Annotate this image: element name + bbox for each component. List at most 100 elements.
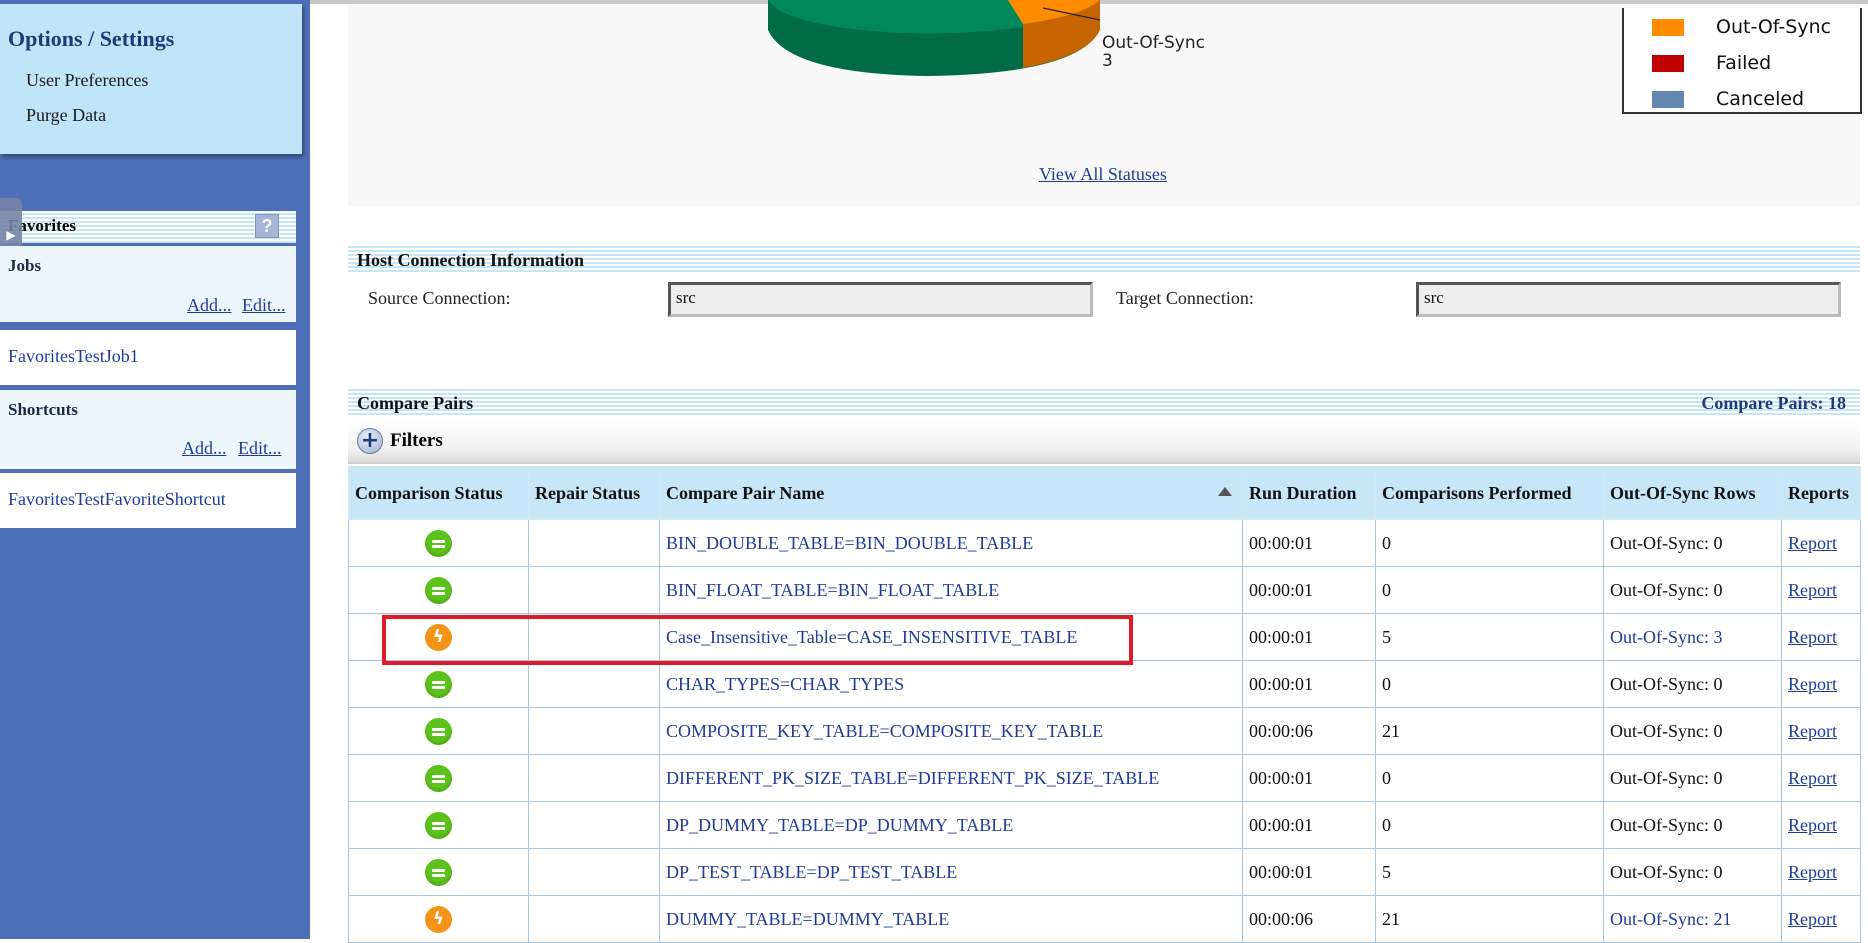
run-duration-cell: 00:00:01	[1242, 801, 1376, 849]
jobs-panel: Jobs Add... Edit...	[0, 246, 296, 322]
compare-pair-name-link[interactable]: BIN_DOUBLE_TABLE=BIN_DOUBLE_TABLE	[659, 519, 1243, 567]
out-of-sync-rows-cell: Out-Of-Sync: 0	[1603, 566, 1782, 614]
report-link[interactable]: Report	[1781, 566, 1861, 614]
report-link[interactable]: Report	[1781, 801, 1861, 849]
compare-pairs-count: Compare Pairs: 18	[1701, 393, 1846, 413]
help-icon[interactable]: ?	[255, 214, 279, 238]
out-of-sync-rows-cell: Out-Of-Sync: 0	[1603, 707, 1782, 755]
view-all-statuses-link[interactable]: View All Statuses	[1039, 164, 1167, 185]
jobs-edit-link[interactable]: Edit...	[242, 295, 286, 316]
report-link[interactable]: Report	[1781, 895, 1861, 943]
report-link[interactable]: Report	[1781, 754, 1861, 802]
comparison-status-cell	[348, 660, 529, 708]
shortcuts-edit-link[interactable]: Edit...	[238, 438, 282, 459]
target-connection-label: Target Connection:	[1116, 288, 1254, 308]
favorite-job-link[interactable]: FavoritesTestJob1	[8, 346, 139, 367]
target-connection-field[interactable]: src	[1416, 282, 1841, 317]
status-pie-chart	[768, 0, 1101, 76]
comparisons-performed-cell: 0	[1375, 754, 1604, 802]
user-preferences-link[interactable]: User Preferences	[26, 70, 148, 91]
comparison-status-cell: ϟ	[348, 895, 529, 943]
compare-pair-name-link[interactable]: DUMMY_TABLE=DUMMY_TABLE	[659, 895, 1243, 943]
repair-status-cell	[528, 660, 660, 708]
shortcuts-panel: Shortcuts Add... Edit...	[0, 390, 296, 469]
sidebar: Options / Settings User Preferences Purg…	[0, 0, 310, 939]
pie-slice-value: 3	[1102, 51, 1113, 71]
legend-swatch	[1652, 55, 1684, 72]
out-of-sync-rows-cell[interactable]: Out-Of-Sync: 3	[1603, 613, 1782, 661]
report-link[interactable]: Report	[1781, 613, 1861, 661]
report-link[interactable]: Report	[1781, 707, 1861, 755]
favorite-shortcut-item: FavoritesTestFavoriteShortcut	[0, 473, 296, 528]
compare-pair-name-link[interactable]: COMPOSITE_KEY_TABLE=COMPOSITE_KEY_TABLE	[659, 707, 1243, 755]
col-comparisons-performed[interactable]: Comparisons Performed	[1375, 466, 1604, 520]
comparisons-performed-cell: 0	[1375, 660, 1604, 708]
compare-pair-name-link[interactable]: CHAR_TYPES=CHAR_TYPES	[659, 660, 1243, 708]
comparison-status-cell	[348, 848, 529, 896]
compare-pairs-header: Compare Pairs Compare Pairs: 18	[348, 387, 1860, 417]
compare-pair-name-link[interactable]: DIFFERENT_PK_SIZE_TABLE=DIFFERENT_PK_SIZ…	[659, 754, 1243, 802]
comparisons-performed-cell: 5	[1375, 848, 1604, 896]
col-comparison-status[interactable]: Comparison Status	[348, 466, 529, 520]
run-duration-cell: 00:00:01	[1242, 519, 1376, 567]
comparisons-performed-cell: 0	[1375, 566, 1604, 614]
comparison-status-cell	[348, 754, 529, 802]
run-duration-cell: 00:00:06	[1242, 707, 1376, 755]
out-of-sync-rows-cell: Out-Of-Sync: 0	[1603, 801, 1782, 849]
out-of-sync-status-icon: ϟ	[425, 905, 452, 933]
col-compare-pair-name[interactable]: Compare Pair Name	[659, 466, 1243, 520]
table-header-row: Comparison Status Repair Status Compare …	[348, 466, 1861, 520]
comparison-status-cell	[348, 707, 529, 755]
compare-pair-name-link[interactable]: BIN_FLOAT_TABLE=BIN_FLOAT_TABLE	[659, 566, 1243, 614]
highlight-box	[382, 615, 1133, 665]
legend-label: Failed	[1716, 52, 1772, 74]
table-row: DP_DUMMY_TABLE=DP_DUMMY_TABLE 00:00:01 0 Ou…	[348, 801, 1861, 849]
host-connection-header: Host Connection Information	[348, 244, 1860, 274]
col-reports[interactable]: Reports	[1781, 466, 1861, 520]
repair-status-cell	[528, 754, 660, 802]
report-link[interactable]: Report	[1781, 519, 1861, 567]
in-sync-status-icon	[425, 670, 452, 698]
repair-status-cell	[528, 566, 660, 614]
in-sync-status-icon	[425, 529, 452, 557]
table-row: DP_TEST_TABLE=DP_TEST_TABLE 00:00:01 5 Out-…	[348, 848, 1861, 896]
run-duration-cell: 00:00:01	[1242, 848, 1376, 896]
out-of-sync-rows-cell[interactable]: Out-Of-Sync: 21	[1603, 895, 1782, 943]
filters-bar[interactable]: + Filters	[348, 420, 1860, 464]
favorite-shortcut-link[interactable]: FavoritesTestFavoriteShortcut	[8, 489, 226, 510]
col-out-of-sync-rows[interactable]: Out-Of-Sync Rows	[1603, 466, 1782, 520]
jobs-title: Jobs	[8, 256, 42, 275]
pie-slice-name: Out-Of-Sync	[1102, 33, 1205, 53]
shortcuts-add-link[interactable]: Add...	[182, 438, 227, 459]
compare-pair-name-link[interactable]: DP_DUMMY_TABLE=DP_DUMMY_TABLE	[659, 801, 1243, 849]
options-title: Options / Settings	[8, 26, 175, 51]
in-sync-status-icon	[425, 764, 452, 792]
run-duration-cell: 00:00:01	[1242, 613, 1376, 661]
sort-ascending-icon[interactable]	[1218, 487, 1232, 496]
comparisons-performed-cell: 0	[1375, 801, 1604, 849]
report-link[interactable]: Report	[1781, 848, 1861, 896]
run-duration-cell: 00:00:06	[1242, 895, 1376, 943]
repair-status-cell	[528, 519, 660, 567]
report-link[interactable]: Report	[1781, 660, 1861, 708]
out-of-sync-rows-cell: Out-Of-Sync: 0	[1603, 519, 1782, 567]
purge-data-link[interactable]: Purge Data	[26, 105, 106, 126]
table-row: CHAR_TYPES=CHAR_TYPES 00:00:01 0 Out-Of-Syn…	[348, 660, 1861, 708]
col-repair-status[interactable]: Repair Status	[528, 466, 660, 520]
jobs-add-link[interactable]: Add...	[187, 295, 232, 316]
table-body: BIN_DOUBLE_TABLE=BIN_DOUBLE_TABLE 00:00:0…	[348, 519, 1861, 943]
source-connection-field[interactable]: src	[668, 282, 1093, 317]
in-sync-status-icon	[425, 576, 452, 604]
filters-label[interactable]: Filters	[390, 430, 443, 452]
comparisons-performed-cell: 5	[1375, 613, 1604, 661]
out-of-sync-rows-cell: Out-Of-Sync: 0	[1603, 754, 1782, 802]
options-panel: Options / Settings User Preferences Purg…	[0, 4, 302, 154]
compare-pair-name-link[interactable]: DP_TEST_TABLE=DP_TEST_TABLE	[659, 848, 1243, 896]
repair-status-cell	[528, 848, 660, 896]
run-duration-cell: 00:00:01	[1242, 566, 1376, 614]
col-run-duration[interactable]: Run Duration	[1242, 466, 1376, 520]
expand-plus-icon[interactable]: +	[357, 428, 383, 454]
repair-status-cell	[528, 801, 660, 849]
legend-swatch	[1652, 19, 1684, 36]
chart-legend: Out-Of-Sync Failed Canceled	[1622, 8, 1862, 114]
